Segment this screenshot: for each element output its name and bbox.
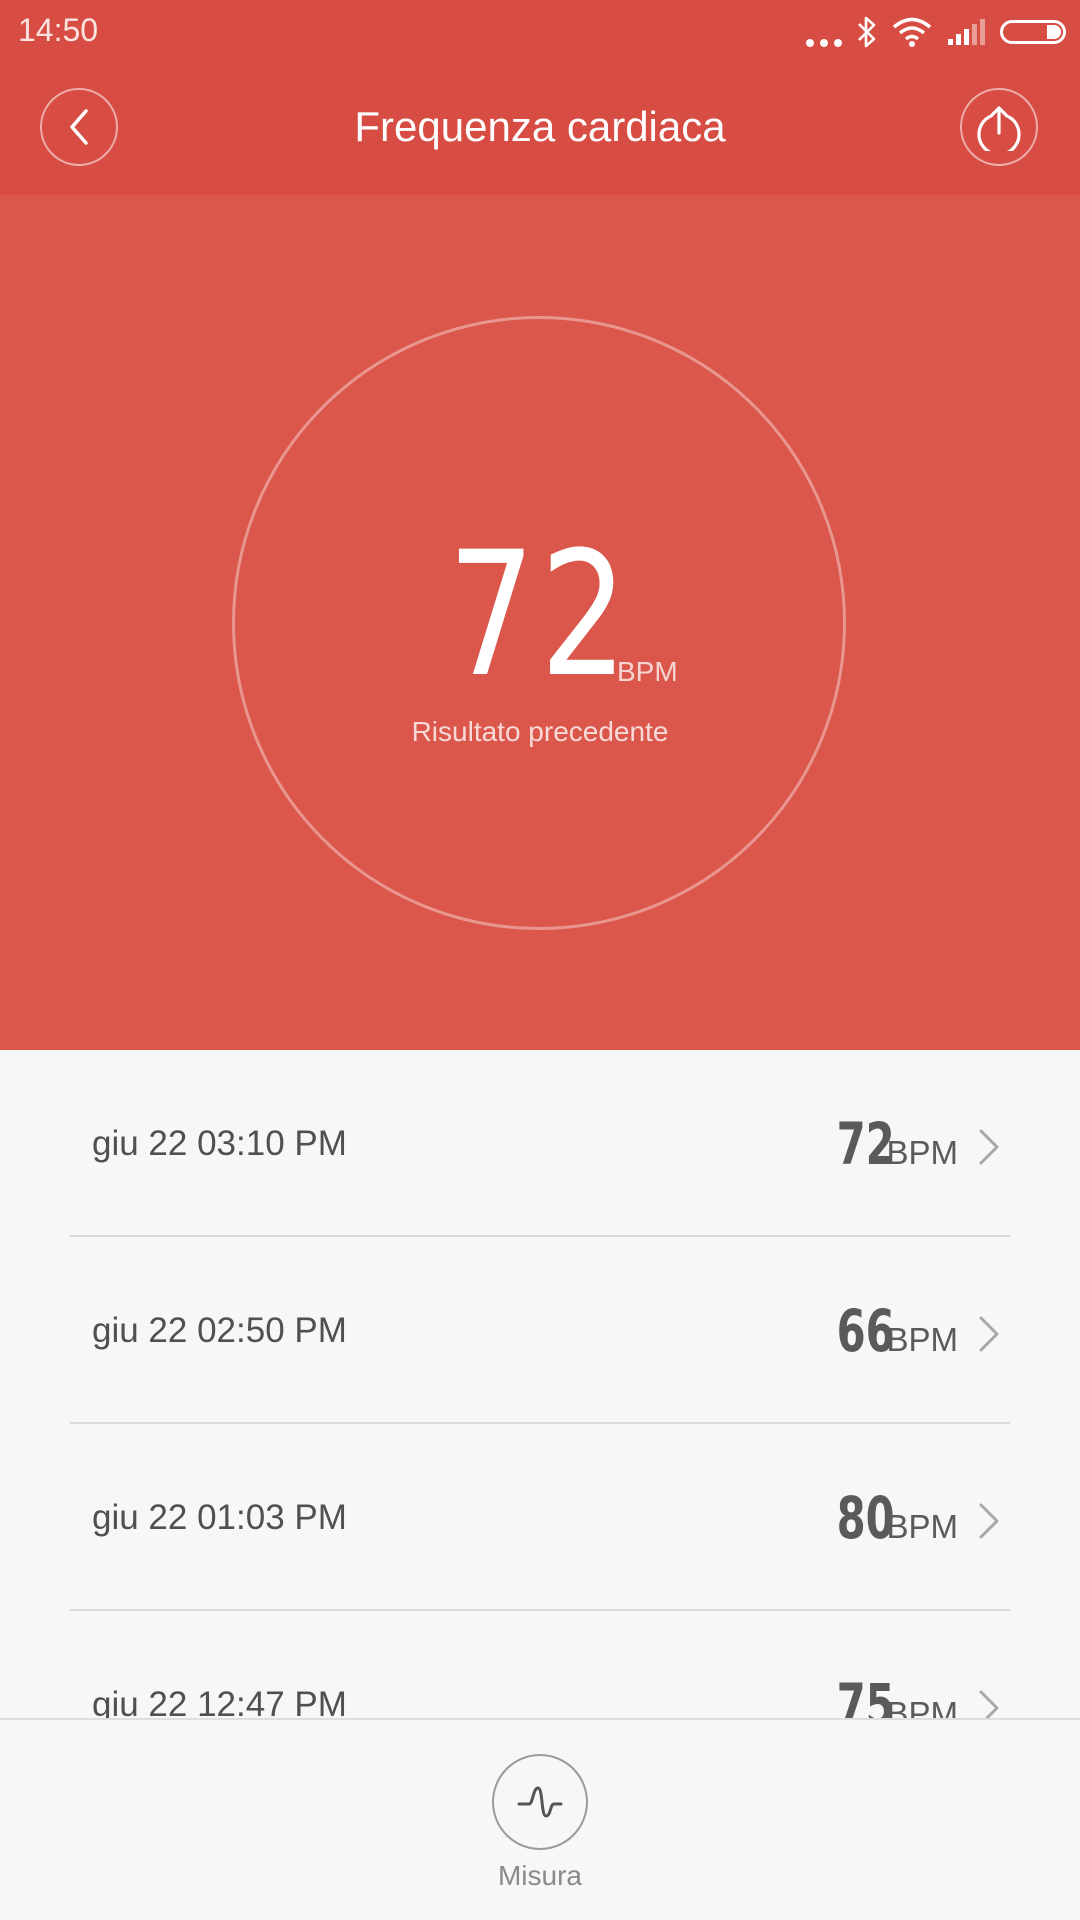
history-reading: 80 BPM [814, 1484, 1002, 1552]
chevron-right-icon [979, 1503, 999, 1539]
measure-button[interactable] [492, 1754, 588, 1850]
history-reading: 75 BPM [814, 1671, 1002, 1720]
measure-label: Misura [497, 1860, 582, 1891]
chevron-right-icon [979, 1129, 999, 1165]
history-bpm-unit: BPM [886, 1321, 958, 1358]
status-time: 14:50 [18, 12, 99, 48]
history-bpm-value: 75 [836, 1671, 895, 1720]
more-dots-icon [806, 17, 842, 47]
previous-result-caption: Risultato precedente [411, 716, 669, 747]
chevron-right-icon [979, 1316, 999, 1352]
battery-icon [1000, 20, 1066, 44]
page-title: Frequenza cardiaca [354, 103, 726, 150]
chevron-right-icon [979, 1690, 999, 1720]
status-bar: 14:50 [0, 0, 1080, 62]
history-row[interactable]: giu 22 02:50 PM 66 BPM [0, 1237, 1080, 1424]
history-bpm-value: 80 [836, 1484, 895, 1552]
history-bpm-value: 66 [836, 1297, 895, 1365]
history-row[interactable]: giu 22 03:10 PM 72 BPM [0, 1050, 1080, 1237]
history-date: giu 22 03:10 PM [92, 1124, 347, 1163]
status-icons [806, 12, 1066, 52]
history-reading: 72 BPM [814, 1110, 1002, 1178]
bottom-bar: Misura [0, 1718, 1080, 1920]
upload-icon [977, 106, 1021, 151]
history-bpm-unit: BPM [886, 1508, 958, 1545]
history-date: giu 22 12:47 PM [92, 1685, 347, 1720]
bluetooth-icon [858, 16, 876, 48]
history-bpm-unit: BPM [886, 1695, 958, 1720]
pulse-wave-icon [517, 1786, 563, 1818]
share-button[interactable] [960, 88, 1038, 166]
history-date: giu 22 01:03 PM [92, 1498, 347, 1537]
history-date: giu 22 02:50 PM [92, 1311, 347, 1350]
heart-rate-screen: 14:50 Frequenza cardiaca 72 BPM Risultat… [0, 0, 1080, 1920]
history-reading: 66 BPM [814, 1297, 1002, 1365]
current-bpm-unit: BPM [617, 656, 678, 687]
signal-icon [948, 19, 985, 45]
history-bpm-value: 72 [836, 1110, 895, 1178]
history-row[interactable]: giu 22 01:03 PM 80 BPM [0, 1424, 1080, 1611]
history-bpm-unit: BPM [886, 1134, 958, 1171]
history-list: giu 22 03:10 PM 72 BPM giu 22 02:50 PM 6… [0, 1050, 1080, 1720]
current-bpm-value: 72 [447, 514, 633, 715]
history-row[interactable]: giu 22 12:47 PM 75 BPM [0, 1611, 1080, 1720]
wifi-icon [892, 17, 932, 47]
